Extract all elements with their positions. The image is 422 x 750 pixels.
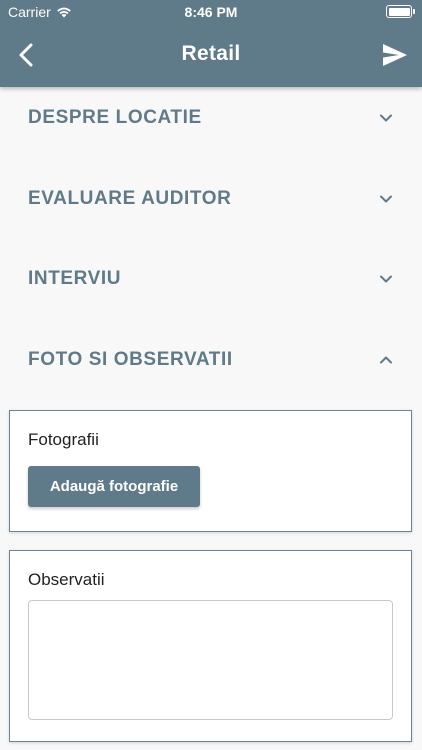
chevron-up-icon <box>380 356 392 364</box>
section-interviu[interactable]: INTERVIU <box>0 239 422 319</box>
section-label: DESPRE LOCATIE <box>28 107 202 128</box>
send-icon[interactable] <box>382 42 408 68</box>
chevron-down-icon <box>380 195 392 203</box>
observations-card: Observatii <box>9 550 412 742</box>
status-time: 8:46 PM <box>184 4 238 20</box>
chevron-down-icon <box>380 275 392 283</box>
observations-label: Observatii <box>28 570 105 589</box>
photos-card: Fotografii Adaugă fotografie <box>9 410 412 532</box>
section-label: EVALUARE AUDITOR <box>28 188 232 209</box>
battery-icon <box>386 5 415 18</box>
page-title: Retail <box>181 42 241 65</box>
section-label: INTERVIU <box>28 268 122 289</box>
observations-input[interactable] <box>28 600 393 720</box>
top-bar: Carrier 8:46 PM Retail <box>0 0 422 87</box>
status-bar: Carrier 8:46 PM <box>0 0 422 24</box>
photos-label: Fotografii <box>28 430 99 449</box>
section-evaluare-auditor[interactable]: EVALUARE AUDITOR <box>0 159 422 239</box>
section-despre-locatie[interactable]: DESPRE LOCATIE <box>0 78 422 158</box>
section-foto-si-observatii[interactable]: FOTO SI OBSERVATII <box>0 320 422 400</box>
retail-screen: Carrier 8:46 PM Retail DESPRE LOCATIE EV… <box>0 0 422 750</box>
add-photo-button[interactable]: Adaugă fotografie <box>28 466 200 507</box>
section-label: FOTO SI OBSERVATII <box>28 349 233 370</box>
chevron-down-icon <box>380 114 392 122</box>
